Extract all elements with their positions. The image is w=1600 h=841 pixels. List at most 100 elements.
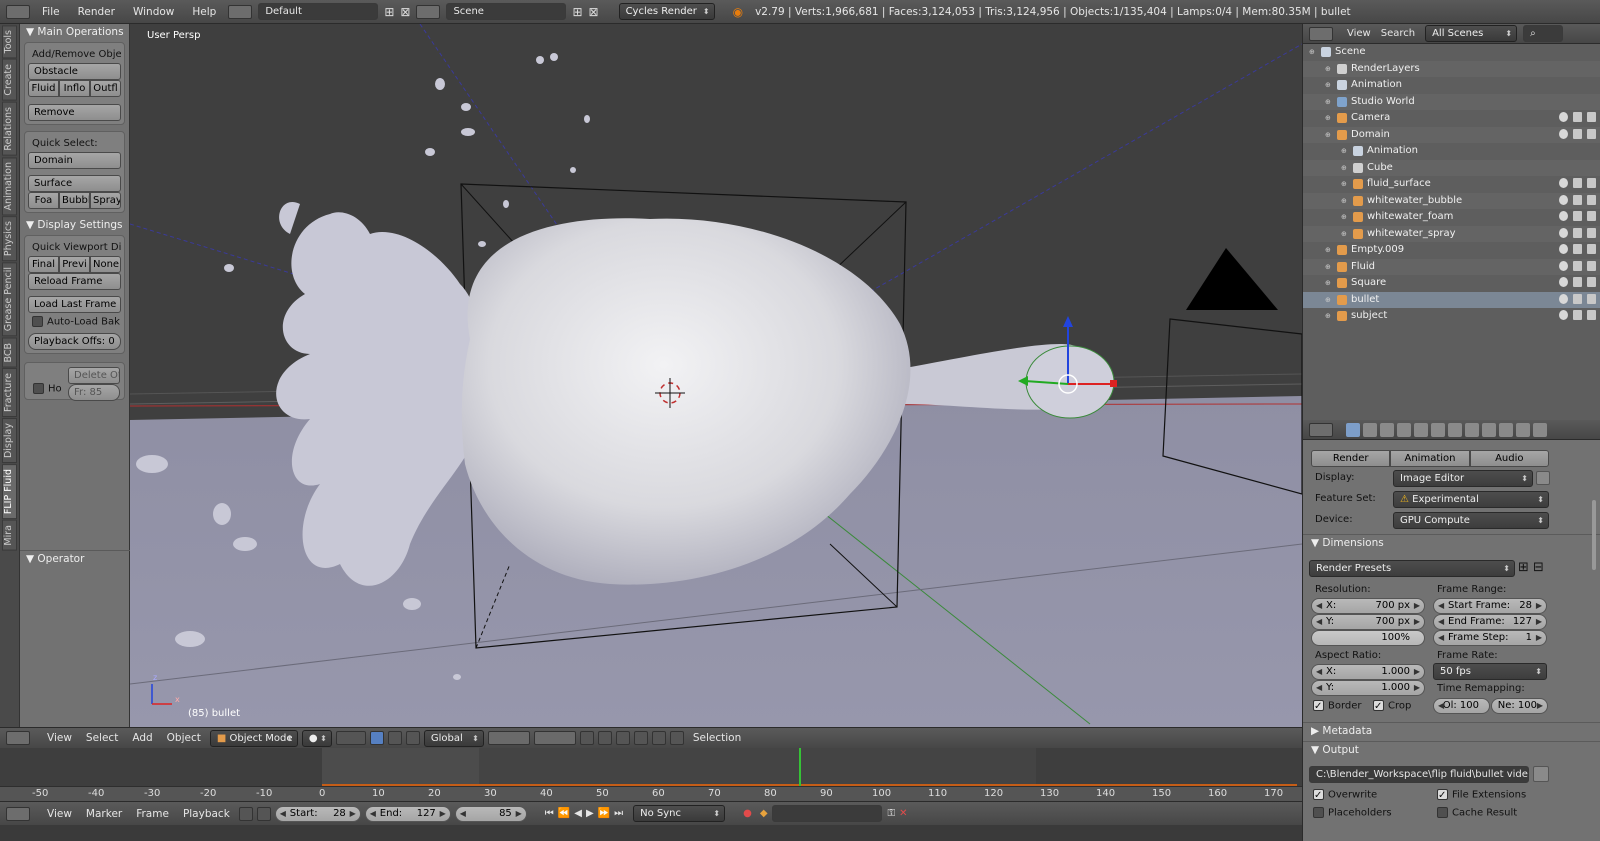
outliner-item[interactable]: ⊕ Camera [1303,110,1600,127]
render-presets-selector[interactable]: Render Presets ⬍ [1309,560,1515,577]
tab-physics[interactable]: Physics [2,216,17,262]
domain-select-button[interactable]: Domain [28,152,121,169]
cursor-icon[interactable] [1573,293,1582,304]
time-old-field[interactable]: ◀ Ol: 100 [1433,698,1490,714]
camera-render-icon[interactable] [1587,227,1596,238]
tab-display[interactable]: Display [2,418,17,464]
audio-tab-button[interactable]: Audio [1469,450,1549,467]
file-extensions-checkbox[interactable]: ✓ [1437,789,1448,801]
outflow-button[interactable]: Outfl [90,80,121,97]
tab-fracture[interactable]: Fracture [2,368,17,418]
eye-icon[interactable] [1559,227,1568,238]
prev-keyframe-icon[interactable]: ⏪ [558,808,570,819]
jump-start-icon[interactable]: ⏮ [545,808,554,819]
frame-step-field[interactable]: ◀ Frame Step: 1 ▶ [1433,630,1547,646]
delete-keyframe-icon[interactable]: ✕ [899,808,907,819]
tab-mira[interactable]: Mira [2,520,17,551]
expand-icon[interactable]: ⊕ [1325,259,1331,275]
tab-tools[interactable]: Tools [2,25,17,59]
camera-render-icon[interactable] [1587,310,1596,320]
expand-icon[interactable]: ⊕ [1325,127,1331,143]
scene-icon[interactable] [416,4,441,19]
bubble-select-button[interactable]: Bubbl [59,192,90,209]
manipulator-rotate-icon[interactable] [387,731,402,745]
file-extensions-row[interactable]: ✓ File Extensions [1437,789,1526,801]
aspect-x-field[interactable]: ◀ X: 1.000 ▶ [1311,664,1425,680]
texture-icon[interactable] [1499,422,1513,437]
feature-set-selector[interactable]: ⚠ Experimental ⬍ [1393,491,1549,508]
crop-checkbox[interactable]: ✓ [1373,700,1384,712]
cursor-icon[interactable] [1573,128,1582,139]
frame-rate-selector[interactable]: 50 fps ⬍ [1433,663,1547,680]
eye-icon[interactable] [1559,310,1568,320]
material-icon[interactable] [1482,422,1496,437]
outliner-item[interactable]: ⊕ Scene [1303,44,1600,61]
menu-add[interactable]: Add [127,732,157,744]
record-icon[interactable]: ● [743,808,752,819]
menu-select[interactable]: Select [81,732,123,744]
menu-render[interactable]: Render [72,6,121,18]
scene-selector[interactable]: Scene [446,3,567,20]
aspect-y-field[interactable]: ◀ Y: 1.000 ▶ [1311,680,1425,696]
placeholders-row[interactable]: Placeholders [1313,807,1392,819]
proportional-edit-icon[interactable] [597,731,612,745]
menu-playback[interactable]: Playback [178,808,235,820]
preview-button[interactable]: Previ [59,256,90,273]
folder-browse-icon[interactable] [1533,766,1549,782]
outliner-item[interactable]: ⊕ bullet [1303,291,1600,308]
resolution-y-field[interactable]: ◀ Y: 700 px ▶ [1311,614,1425,630]
panel-main-operations[interactable]: ▼ Main Operations [20,24,129,40]
cache-result-checkbox[interactable] [1437,807,1448,818]
snap-icon[interactable] [615,731,630,745]
tab-create[interactable]: Create [2,59,17,101]
camera-render-icon[interactable] [1587,128,1596,139]
obstacle-button[interactable]: Obstacle [28,63,121,80]
tab-relations[interactable]: Relations [2,101,17,156]
pivot-point-icon[interactable] [335,731,366,745]
cursor-icon[interactable] [1573,194,1582,205]
playback-offset-field[interactable]: Playback Offs: 0 [28,332,121,350]
eye-icon[interactable] [1559,194,1568,205]
outliner-item[interactable]: ⊕ RenderLayers [1303,60,1600,77]
snap-target-icon[interactable] [633,731,648,745]
eye-icon[interactable] [1559,293,1568,304]
end-frame-field[interactable]: ◀ End Frame: 127 ▶ [1433,614,1547,630]
outliner-search-input[interactable]: ⌕ [1523,25,1564,42]
eye-icon[interactable] [1559,211,1568,221]
menu-window[interactable]: Window [127,6,180,18]
play-reverse-icon[interactable]: ◀ [574,808,582,819]
final-button[interactable]: Final [28,256,59,273]
insert-keyframe-icon[interactable]: ⚿ [888,808,896,819]
display-extra-icon[interactable] [1536,471,1550,485]
camera-render-icon[interactable] [1587,260,1596,271]
auto-load-checkbox[interactable] [32,316,43,327]
timeline[interactable]: -50 -40 -30 -20 -10 0 10 20 30 40 50 60 … [0,748,1302,801]
end-frame-field[interactable]: ◀ End: 127 ▶ [364,805,451,822]
render-tab-button[interactable]: Render [1311,450,1391,467]
data-context-icon[interactable] [1465,422,1479,437]
layers-grid-icon[interactable] [487,731,530,745]
menu-help[interactable]: Help [186,6,222,18]
crop-row[interactable]: ✓ Crop [1373,700,1411,712]
editor-type-icon[interactable] [6,806,30,821]
physics-icon[interactable] [1533,422,1547,437]
mode-selector[interactable]: ■ Object Mode ⬍ [209,729,298,747]
outliner-item[interactable]: ⊕ Domain [1303,126,1600,143]
outliner-item[interactable]: ⊕ whitewater_foam [1303,209,1600,226]
camera-render-icon[interactable] [1587,211,1596,221]
time-new-field[interactable]: Ne: 100 ▶ [1491,698,1548,714]
camera-render-icon[interactable] [1587,244,1596,254]
expand-icon[interactable]: ⊕ [1325,308,1331,324]
overwrite-row[interactable]: ✓ Overwrite [1313,789,1377,801]
cursor-icon[interactable] [1573,211,1582,221]
eye-icon[interactable] [1559,244,1568,254]
border-row[interactable]: ✓ Border [1313,700,1362,712]
play-icon[interactable]: ▶ [586,808,594,819]
overwrite-checkbox[interactable]: ✓ [1313,789,1324,801]
device-selector[interactable]: GPU Compute ⬍ [1393,512,1549,529]
outliner-item[interactable]: ⊕ Square [1303,275,1600,292]
cursor-icon[interactable] [1573,277,1582,287]
tab-bcb[interactable]: BCB [2,337,17,368]
cursor-icon[interactable] [1573,310,1582,320]
expand-icon[interactable]: ⊕ [1341,143,1347,159]
